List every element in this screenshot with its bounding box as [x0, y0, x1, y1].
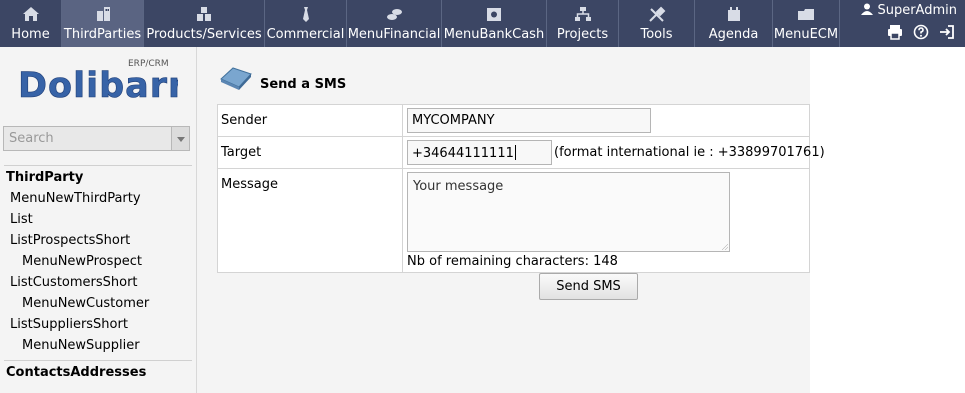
top-menu-bar: Home ThirdParties Products/Services Commerc…: [0, 0, 965, 47]
sidebar-item-listcustomersshort[interactable]: ListCustomersShort: [0, 272, 196, 293]
text-caret: [514, 145, 516, 160]
logout-icon[interactable]: [939, 24, 955, 40]
sidebar-item-menunewprospect[interactable]: MenuNewProspect: [0, 251, 196, 272]
user-icon: [861, 3, 874, 15]
topmenu-item-projects[interactable]: Projects: [547, 0, 619, 47]
erp-crm-tag: ERP/CRM: [128, 59, 169, 69]
sidebar-item-listsuppliersshort[interactable]: ListSuppliersShort: [0, 314, 196, 335]
message-textarea[interactable]: Your message: [407, 172, 730, 252]
topmenu-label: Products/Services: [146, 27, 262, 42]
target-value: +34644111111: [412, 146, 514, 161]
sidebar-item-listprospectsshort[interactable]: ListProspectsShort: [0, 230, 196, 251]
topmenu-label: MenuFinancial: [347, 27, 441, 42]
help-icon[interactable]: [913, 24, 929, 40]
topmenu-label: Projects: [556, 27, 609, 42]
target-label: Target: [217, 136, 403, 169]
topmenu-item-commercial[interactable]: Commercial: [265, 0, 347, 47]
search-placeholder: Search: [9, 131, 54, 146]
topmenu-label: MenuECM: [773, 27, 839, 42]
remaining-characters: Nb of remaining characters: 148: [407, 254, 618, 269]
safe-icon: [487, 8, 501, 21]
print-icon[interactable]: [887, 24, 903, 40]
left-column: Dolibarr ERP/CRM Search ThirdParty MenuNe…: [0, 47, 197, 393]
topmenu-item-thirdparties[interactable]: ThirdParties: [62, 0, 144, 47]
topmenu-label: ThirdParties: [63, 27, 142, 42]
topmenu-label: Commercial: [266, 27, 345, 42]
building-icon: [96, 7, 110, 21]
chevron-down-icon[interactable]: [171, 127, 189, 150]
sidebar-item-list[interactable]: List: [0, 209, 196, 230]
top-tools: [881, 24, 955, 44]
agenda-icon: [727, 7, 740, 21]
tie-icon: [302, 7, 309, 22]
tools-icon: [648, 6, 665, 22]
topmenu-label: MenuBankCash: [443, 27, 545, 42]
topmenu-item-menubankcash[interactable]: MenuBankCash: [442, 0, 547, 47]
page-title: Send a SMS: [260, 77, 347, 92]
sidebar-group-title[interactable]: ContactsAddresses: [0, 361, 196, 383]
boxes-icon: [197, 7, 211, 21]
folders-icon: [798, 9, 814, 20]
target-format-hint: (format international ie : +33899701761): [554, 145, 825, 160]
sidebar-group-title[interactable]: ThirdParty: [0, 166, 196, 188]
sidebar-item-menunewthirdparty[interactable]: MenuNewThirdParty: [0, 188, 196, 209]
sms-form: Sender MYCOMPANY Target +34644111111 (fo…: [217, 104, 825, 273]
message-label: Message: [217, 168, 403, 273]
sms-icon: [220, 67, 252, 90]
topmenu-item-menuecm[interactable]: MenuECM: [773, 0, 840, 47]
sidebar-item-menunewsupplier[interactable]: MenuNewSupplier: [0, 335, 196, 356]
sidebar-menu: ThirdParty MenuNewThirdParty List ListProsp…: [0, 165, 196, 383]
svg-text:Dolibarr: Dolibarr: [18, 66, 178, 106]
topmenu-label: Agenda: [708, 27, 759, 42]
home-icon: [22, 7, 39, 21]
hierarchy-icon: [574, 7, 591, 21]
topmenu-item-menufinancial[interactable]: MenuFinancial: [347, 0, 442, 47]
send-sms-button[interactable]: Send SMS: [539, 273, 638, 300]
coins-icon: [387, 9, 402, 20]
topmenu-item-home[interactable]: Home: [0, 0, 62, 47]
topmenu-label: Tools: [640, 27, 673, 42]
main-content: Send a SMS Sender MYCOMPANY Target +3464…: [197, 47, 825, 393]
sender-field[interactable]: MYCOMPANY: [407, 108, 651, 133]
user-name: SuperAdmin: [877, 3, 957, 18]
topmenu-item-agenda[interactable]: Agenda: [695, 0, 773, 47]
search-select[interactable]: Search: [3, 126, 190, 151]
target-field[interactable]: +34644111111: [407, 140, 552, 165]
sidebar-item-menunewcustomer[interactable]: MenuNewCustomer: [0, 293, 196, 314]
topmenu-label: Home: [11, 27, 50, 42]
topmenu-item-products-services[interactable]: Products/Services: [144, 0, 265, 47]
user-menu[interactable]: SuperAdmin: [861, 3, 957, 18]
topmenu-item-tools[interactable]: Tools: [619, 0, 695, 47]
sender-label: Sender: [217, 104, 403, 137]
